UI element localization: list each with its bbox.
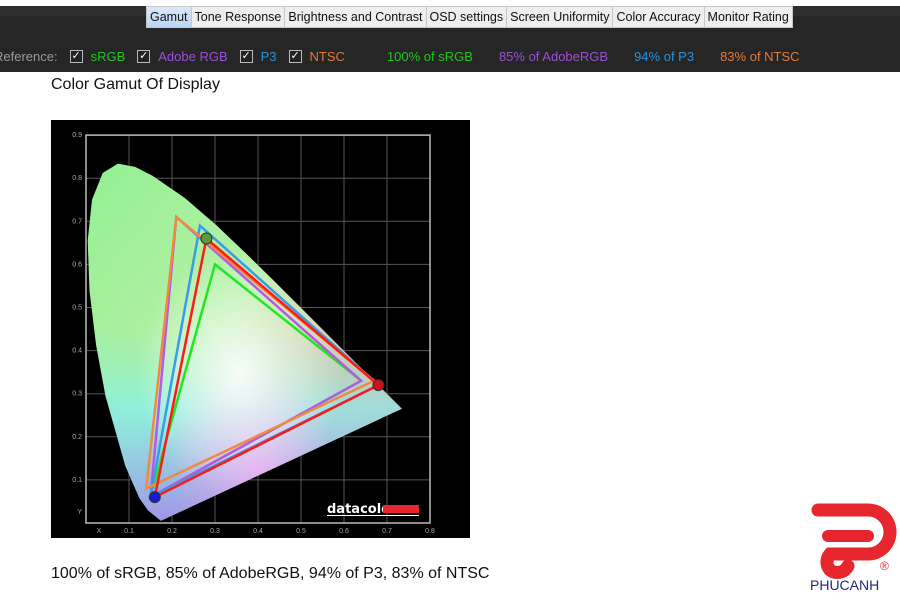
y-tick-label: 0.5 <box>72 305 82 312</box>
x-tick-label: 0.3 <box>210 528 220 535</box>
reference-item-label: P3 <box>260 48 277 64</box>
spectral-locus <box>87 163 402 521</box>
reference-checkbox-adobe-rgb[interactable]: ✓ Adobe RGB <box>137 48 228 64</box>
y-tick-label: 0.8 <box>72 175 82 182</box>
x-tick-label: 0.5 <box>296 528 306 535</box>
reference-row: Reference: ✓ sRGB ✓ Adobe RGB ✓ P3 ✓ NTSC 100% o… <box>0 45 826 67</box>
primary-point <box>200 232 213 245</box>
y-tick-label: 0.9 <box>72 132 82 139</box>
gamut-caption: 100% of sRGB, 85% of AdobeRGB, 94% of P3… <box>51 565 490 582</box>
tab-gamut[interactable]: Gamut <box>146 6 192 28</box>
checkbox-icon[interactable]: ✓ <box>239 49 253 63</box>
phucanh-logo: ® PHUCANH <box>808 498 900 598</box>
checkbox-icon[interactable]: ✓ <box>288 49 302 63</box>
y-tick-label: 0.6 <box>72 261 82 268</box>
reference-checkbox-srgb[interactable]: ✓ sRGB <box>69 48 126 64</box>
reference-checkbox-ntsc[interactable]: ✓ NTSC <box>288 48 345 64</box>
coverage-value: 100% of sRGB <box>386 48 473 64</box>
reference-item-label: NTSC <box>309 48 345 64</box>
tab-monitor-rating[interactable]: Monitor Rating <box>704 6 793 28</box>
y-tick-label: 0.3 <box>72 391 82 398</box>
tab-color-accuracy[interactable]: Color Accuracy <box>613 6 705 28</box>
tab-screen-uniformity[interactable]: Screen Uniformity <box>507 6 614 28</box>
coverage-value: 83% of NTSC <box>720 48 800 64</box>
phucanh-logo-mark: ® PHUCANH <box>810 503 897 593</box>
tab-bar: Gamut Tone Response Brightness and Contras… <box>146 6 793 28</box>
cie-chart-svg: 0.1 0.2 0.3 0.4 0.5 0.6 0.7 0.8 0.1 0.2 0.3 0.4 0.5 0… <box>72 132 435 535</box>
x-tick-label: 0.1 <box>124 528 134 535</box>
y-tick-label: 0.4 <box>72 348 82 355</box>
page-title: Color Gamut Of Display <box>51 76 220 93</box>
x-tick-label: 0.7 <box>382 528 392 535</box>
datacolor-bar <box>383 505 419 513</box>
reference-label: Reference: <box>0 48 58 64</box>
y-tick-label: 0.2 <box>72 434 82 441</box>
x-tick-label: 0.2 <box>167 528 177 535</box>
x-tick-label: 0.8 <box>425 528 435 535</box>
checkbox-icon[interactable]: ✓ <box>137 49 151 63</box>
tab-tone-response[interactable]: Tone Response <box>191 6 286 28</box>
datacolor-underline <box>327 515 419 516</box>
x-axis-label: X <box>97 528 102 535</box>
tab-osd-settings[interactable]: OSD settings <box>426 6 508 28</box>
primary-point <box>372 379 385 392</box>
x-tick-label: 0.4 <box>253 528 263 535</box>
reference-item-label: sRGB <box>90 48 126 64</box>
tab-brightness-and-contrast[interactable]: Brightness and Contrast <box>285 6 427 28</box>
reference-item-label: Adobe RGB <box>158 48 228 64</box>
y-axis-label: Y <box>77 509 82 516</box>
svg-text:®: ® <box>880 559 889 573</box>
checkbox-icon[interactable]: ✓ <box>69 49 83 63</box>
gamut-chart: 0.1 0.2 0.3 0.4 0.5 0.6 0.7 0.8 0.1 0.2 0.3 0.4 0.5 0… <box>51 120 470 538</box>
y-tick-label: 0.1 <box>72 477 82 484</box>
y-tick-label: 0.7 <box>72 218 82 225</box>
reference-checkbox-p3[interactable]: ✓ P3 <box>239 48 277 64</box>
primary-point <box>148 491 161 504</box>
logo-text: PHUCANH <box>810 577 879 593</box>
x-tick-label: 0.6 <box>339 528 349 535</box>
coverage-value: 94% of P3 <box>634 48 695 64</box>
coverage-value: 85% of AdobeRGB <box>498 48 609 64</box>
